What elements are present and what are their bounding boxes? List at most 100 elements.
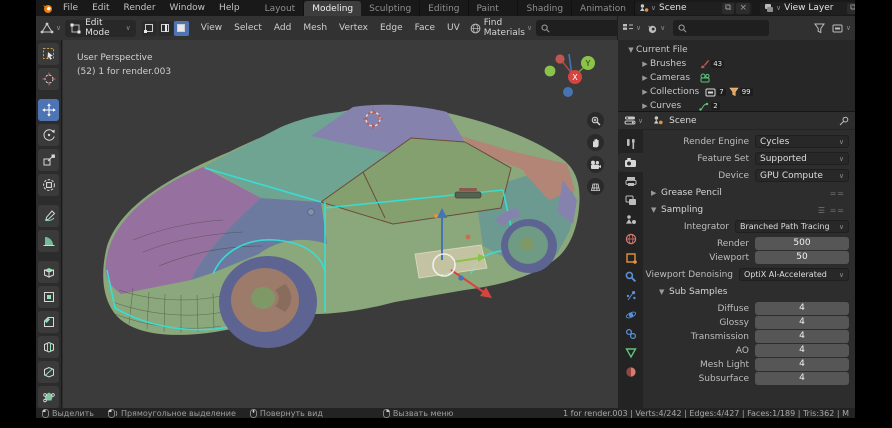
menu-view[interactable]: View — [195, 23, 228, 33]
rotate-tool-icon[interactable] — [38, 124, 59, 146]
tab-particles[interactable] — [618, 286, 643, 305]
measure-tool-icon[interactable] — [38, 230, 59, 252]
workspace-tab-sculpting[interactable]: Sculpting — [361, 1, 420, 16]
perspective-toggle-button[interactable] — [587, 178, 604, 195]
tab-physics[interactable] — [618, 305, 643, 324]
scale-tool-icon[interactable] — [38, 149, 59, 171]
menu-mesh[interactable]: Mesh — [297, 23, 333, 33]
outliner-search-input[interactable] — [673, 20, 769, 36]
workspace-tab-shading[interactable]: Shading — [518, 1, 572, 16]
editor-type-properties-icon[interactable] — [624, 115, 636, 126]
tab-output[interactable] — [618, 172, 643, 191]
collection-options-icon[interactable] — [832, 23, 844, 34]
bevel-tool-icon[interactable] — [38, 311, 59, 333]
scene-selector[interactable]: ∨ Scene ⧉ × — [635, 2, 752, 15]
outliner-row-cameras[interactable]: ▶ Cameras — [618, 71, 855, 85]
tab-scene[interactable] — [618, 210, 643, 229]
viewport-canvas[interactable] — [63, 40, 618, 408]
close-scene-icon[interactable]: × — [736, 3, 750, 14]
outliner-row-brushes[interactable]: ▶ Brushes 43 — [618, 57, 855, 71]
tab-render[interactable] — [618, 153, 643, 172]
viewport-denoising-dropdown[interactable]: OptiX AI-Accelerated∨ — [739, 268, 849, 281]
outliner-row-collections[interactable]: ▶ Collections 7 99 — [618, 85, 855, 99]
menu-window[interactable]: Window — [163, 0, 213, 16]
workspace-tab-animation[interactable]: Animation — [572, 1, 635, 16]
disclosure-right-icon[interactable]: ▶ — [640, 102, 650, 110]
knife-tool-icon[interactable] — [38, 361, 59, 383]
menu-edge[interactable]: Edge — [374, 23, 409, 33]
blender-logo-icon[interactable] — [42, 2, 54, 14]
sampling-section-header[interactable]: ▼ Sampling ☰ == — [651, 203, 849, 217]
outliner-row-curves[interactable]: ▶ Curves 2 — [618, 99, 855, 113]
poly-build-tool-icon[interactable] — [38, 386, 59, 408]
diffuse-samples-field[interactable]: 4 — [755, 302, 849, 315]
new-view-layer-button[interactable]: ⧉ — [847, 3, 855, 14]
workspace-tab-uv-editing[interactable]: UV Editing — [420, 0, 468, 16]
filter-funnel-icon[interactable] — [814, 23, 825, 34]
edge-select-button[interactable] — [158, 21, 173, 36]
box-select-tool-icon[interactable] — [38, 43, 59, 65]
disclosure-right-icon[interactable]: ▶ — [640, 88, 650, 96]
pan-button[interactable] — [587, 134, 604, 151]
menu-vertex[interactable]: Vertex — [333, 23, 374, 33]
workspace-tab-layout[interactable]: Layout — [257, 1, 305, 16]
editor-type-3d-viewport-icon[interactable] — [40, 22, 54, 34]
tab-view-layer[interactable] — [618, 191, 643, 210]
filter-id-type-icon[interactable] — [647, 23, 658, 34]
tab-material[interactable] — [618, 362, 643, 381]
menu-edit[interactable]: Edit — [85, 0, 116, 16]
tab-tool[interactable] — [618, 134, 643, 153]
new-scene-button[interactable]: ⧉ — [722, 3, 734, 14]
menu-file[interactable]: File — [56, 0, 85, 16]
grease-pencil-section-header[interactable]: ▶ Grease Pencil == — [651, 186, 849, 200]
viewport-search-input[interactable] — [536, 20, 622, 36]
menu-help[interactable]: Help — [212, 0, 247, 16]
transmission-samples-field[interactable]: 4 — [755, 330, 849, 343]
menu-add[interactable]: Add — [268, 23, 297, 33]
tab-object[interactable] — [618, 248, 643, 267]
ao-samples-field[interactable]: 4 — [755, 344, 849, 357]
cursor-tool-icon[interactable] — [38, 68, 59, 90]
sub-samples-section-header[interactable]: ▼ Sub Samples — [659, 285, 849, 299]
glossy-samples-field[interactable]: 4 — [755, 316, 849, 329]
workspace-tab-texture-paint[interactable]: Texture Paint — [469, 0, 519, 16]
face-select-button[interactable] — [174, 21, 189, 36]
mesh-light-samples-field[interactable]: 4 — [755, 358, 849, 371]
tab-world[interactable] — [618, 229, 643, 248]
vertex-select-button[interactable] — [142, 21, 157, 36]
zoom-button[interactable] — [587, 112, 604, 129]
tab-constraints[interactable] — [618, 324, 643, 343]
disclosure-right-icon[interactable]: ▶ — [640, 74, 650, 82]
camera-view-button[interactable] — [587, 156, 604, 173]
integrator-dropdown[interactable]: Branched Path Tracing∨ — [735, 220, 849, 233]
tab-object-data[interactable] — [618, 343, 643, 362]
transform-tool-icon[interactable] — [38, 174, 59, 196]
feature-set-dropdown[interactable]: Supported∨ — [755, 152, 849, 165]
preset-list-icon[interactable]: ☰ == — [818, 206, 845, 215]
3d-viewport[interactable]: User Perspective (52) 1 for render.003 Y… — [63, 40, 618, 408]
navigation-gizmo[interactable]: Y X — [544, 50, 608, 114]
move-tool-icon[interactable] — [38, 99, 59, 121]
find-materials-dropdown[interactable]: Find Materials ∨ — [470, 18, 532, 38]
inset-faces-tool-icon[interactable] — [38, 286, 59, 308]
mode-selector[interactable]: Edit Mode ∨ — [65, 20, 136, 37]
menu-face[interactable]: Face — [409, 23, 441, 33]
render-engine-dropdown[interactable]: Cycles∨ — [755, 135, 849, 148]
subsurface-samples-field[interactable]: 4 — [755, 372, 849, 385]
menu-render[interactable]: Render — [117, 0, 163, 16]
loop-cut-tool-icon[interactable] — [38, 336, 59, 358]
disclosure-down-icon[interactable]: ▼ — [626, 46, 636, 54]
device-dropdown[interactable]: GPU Compute∨ — [755, 169, 849, 182]
outliner-row-current-file[interactable]: ▼ Current File — [618, 43, 855, 57]
view-layer-selector[interactable]: ∨ View Layer ⧉ × — [760, 2, 855, 15]
menu-uv[interactable]: UV — [441, 23, 466, 33]
menu-select[interactable]: Select — [228, 23, 268, 33]
workspace-tab-modeling[interactable]: Modeling — [304, 1, 361, 16]
viewport-samples-field[interactable]: 50 — [755, 251, 849, 264]
annotate-tool-icon[interactable] — [38, 205, 59, 227]
tab-modifiers[interactable] — [618, 267, 643, 286]
render-samples-field[interactable]: 500 — [755, 237, 849, 250]
extrude-region-tool-icon[interactable] — [38, 261, 59, 283]
pin-icon[interactable] — [839, 116, 849, 126]
display-mode-icon[interactable] — [622, 23, 634, 34]
